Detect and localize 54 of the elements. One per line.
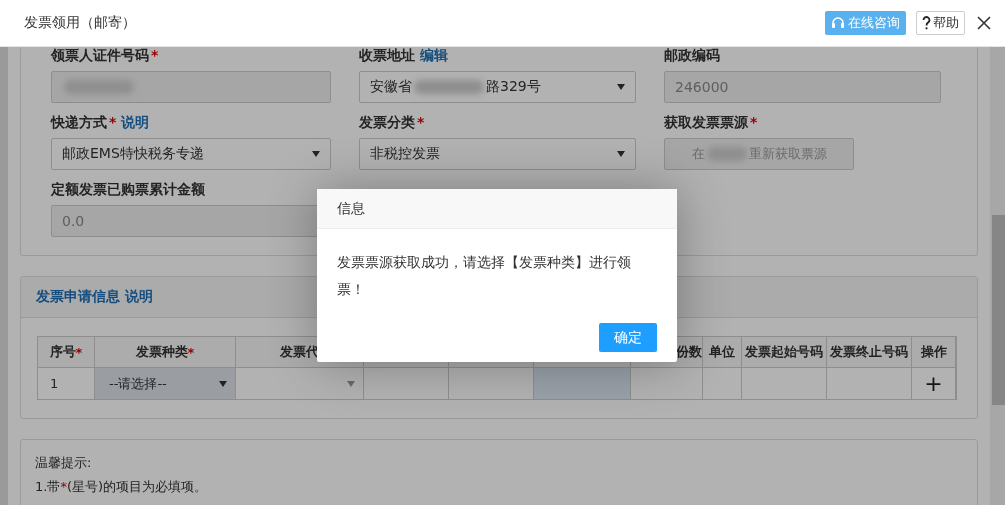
caret-icon <box>312 151 320 157</box>
caret-icon <box>347 380 355 387</box>
caret-icon <box>617 84 625 90</box>
select-field[interactable]: --请选择-- <box>95 368 235 399</box>
confirm-button[interactable]: 确定 <box>599 323 657 352</box>
headset-icon <box>831 16 845 30</box>
field-value: 246000 <box>675 79 729 95</box>
column-header: 发票起始号码 <box>745 343 823 361</box>
select-field[interactable]: 安徽省 路329号 <box>359 71 636 103</box>
select-field[interactable]: 邮政EMS特快税务专递 <box>51 138 331 170</box>
field-value: 0.0 <box>62 213 85 229</box>
column-header: 序号 <box>49 343 76 361</box>
field-link[interactable]: 编辑 <box>420 47 448 65</box>
consult-button[interactable]: 在线咨询 <box>825 11 906 35</box>
field-value: 在 <box>691 145 705 163</box>
window-title: 发票领用（邮寄） <box>24 14 137 32</box>
panel-link[interactable]: 说明 <box>125 288 153 306</box>
column-header: 发票种类 <box>135 343 188 361</box>
scrollbar-thumb[interactable] <box>992 215 1005 405</box>
tip-text: 1.带*(星号)的项目为必填项。 <box>35 478 209 496</box>
column-header: 发票终止号码 <box>830 343 908 361</box>
field-label: 发票分类 <box>359 114 415 132</box>
field-value: 安徽省 <box>370 78 412 96</box>
required-mark: * <box>109 114 117 130</box>
caret-icon <box>219 380 227 387</box>
column-header: 份数 <box>676 343 702 361</box>
required-mark: * <box>750 114 758 130</box>
field-label: 领票人证件号码 <box>51 47 149 65</box>
field-link[interactable]: 说明 <box>121 114 150 132</box>
field-value: 邮政EMS特快税务专递 <box>62 145 204 163</box>
field-value: 路329号 <box>486 78 541 96</box>
select-field[interactable]: 非税控发票 <box>359 138 636 170</box>
input-field[interactable] <box>534 368 630 399</box>
dialog-message: 发票票源获取成功，请选择【发票种类】进行领票！ <box>336 253 632 299</box>
dialog-title: 信息 <box>337 199 365 218</box>
column-header: 单位 <box>709 343 735 361</box>
close-icon[interactable] <box>977 16 991 30</box>
field-label: 快递方式 <box>51 114 107 132</box>
field-label: 获取发票票源 <box>664 114 748 132</box>
required-mark: * <box>417 114 425 130</box>
panel-title: 发票申请信息 <box>36 288 120 306</box>
tips-title: 温馨提示: <box>35 454 93 472</box>
add-button[interactable]: + <box>924 371 943 396</box>
caret-icon <box>617 151 625 157</box>
question-icon <box>922 16 931 30</box>
help-button[interactable]: 帮助 <box>916 11 965 35</box>
required-mark: * <box>187 344 195 360</box>
field-label: 定额发票已购票累计金额 <box>51 181 205 199</box>
column-header: 操作 <box>920 343 947 361</box>
field-label: 邮政编码 <box>664 47 720 65</box>
field-value: 非税控发票 <box>370 145 440 163</box>
field-label: 收票地址 <box>359 47 415 65</box>
required-mark: * <box>151 47 159 63</box>
required-mark: * <box>75 344 83 360</box>
